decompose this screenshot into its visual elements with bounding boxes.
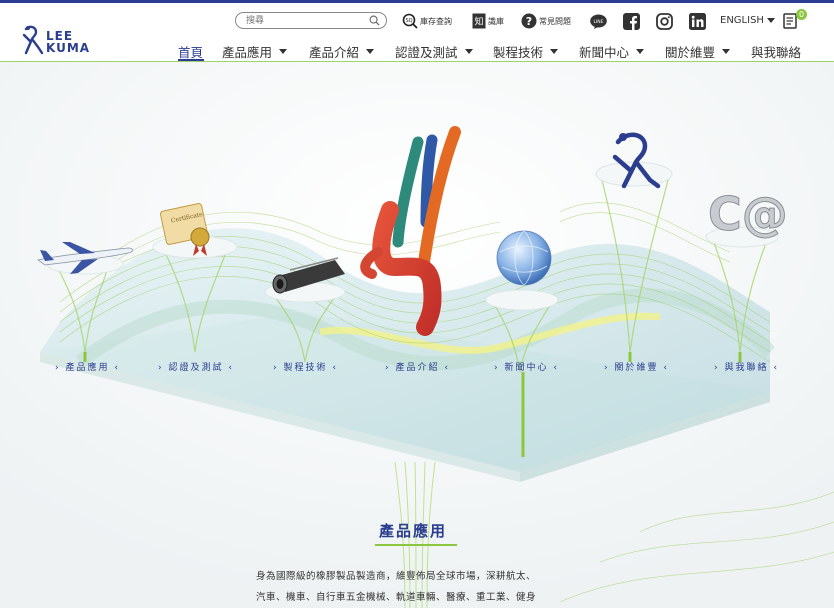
nav-item-label: 認證及測試 [395,44,458,60]
stock-query-link[interactable]: SQ 庫存查詢 [402,12,452,30]
svg-text:知: 知 [474,16,483,28]
question-icon: ? [521,13,537,29]
hero-link-process[interactable]: › 製程技術 ‹ [273,360,338,373]
nav-item-contact[interactable]: 與我聯絡 [751,43,802,60]
nav-item-news[interactable]: 新聞中心 [579,43,645,60]
globe-icon[interactable] [496,230,552,286]
section-title: 產品應用 [379,522,448,540]
chevron-down-icon [722,48,731,54]
chevron-down-icon [550,48,559,54]
nav-item-process[interactable]: 製程技術 [493,43,559,60]
search-box[interactable] [235,12,387,29]
nav-item-applications[interactable]: 產品應用 [222,43,288,60]
chevron-down-icon [464,48,473,54]
section-title-underline [375,544,457,546]
bear-logo-icon [22,25,44,55]
search-icon[interactable] [369,15,380,26]
logo[interactable]: LEE KUMA [20,25,92,59]
faq-label: 常見問題 [539,16,571,26]
email-contact-icon[interactable]: C@ [708,187,789,242]
search-input[interactable] [246,14,356,27]
nav-item-label: 與我聯絡 [751,44,802,60]
nav-item-label: 首頁 [178,44,204,60]
instagram-link[interactable] [656,12,673,30]
site-header: LEE KUMA SQ 庫存查詢 知 識庫 ? 常見問題 [0,3,834,62]
knowledge-label: 識庫 [488,16,504,26]
nav-active-indicator [178,59,204,61]
inquiry-count-badge: 0 [796,9,807,20]
nav-item-label: 製程技術 [493,44,544,60]
inquiry-cart-link[interactable]: 0 [783,9,807,29]
nav-item-products[interactable]: 產品介紹 [309,43,375,60]
chevron-down-icon [366,48,375,54]
paragraph-line: 汽車、機車、自行車五金機械、軌道車輛、醫療、重工業、健身 [256,592,537,603]
hero-link-applications[interactable]: › 產品應用 ‹ [55,360,120,373]
line-chat-icon: LINE [590,14,607,29]
chevron-down-icon [636,48,645,54]
svg-text:LINE: LINE [593,19,603,25]
instagram-icon [656,12,673,30]
paragraph-line: 身為國際級的橡膠製品製造商，維豐佈局全球市場，深耕航太、 [256,571,537,582]
hero-link-certification[interactable]: › 認證及測試 ‹ [158,360,234,373]
svg-text:C@: C@ [708,187,788,241]
facebook-link[interactable] [623,12,640,30]
nav-item-label: 關於維豐 [665,44,716,60]
hero-link-contact[interactable]: › 與我聯絡 ‹ [714,360,779,373]
stock-search-icon: SQ [402,13,418,29]
language-label: ENGLISH [720,15,764,26]
hero-link-news[interactable]: › 新聞中心 ‹ [494,360,559,373]
facebook-icon [623,12,640,30]
chevron-down-icon [766,18,775,23]
section-paragraph: 身為國際級的橡膠製品製造商，維豐佈局全球市場，深耕航太、 汽車、機車、自行車五金… [256,566,586,608]
hero-link-about[interactable]: › 關於維豐 ‹ [604,360,669,373]
nav-item-home[interactable]: 首頁 [178,43,204,60]
knowledge-link[interactable]: 知 識庫 [472,12,504,30]
nav-item-label: 新聞中心 [579,44,630,60]
linkedin-icon [689,12,706,30]
svg-text:?: ? [526,15,532,28]
linkedin-link[interactable] [689,12,706,30]
svg-text:SQ: SQ [405,18,412,24]
language-selector[interactable]: ENGLISH [720,15,775,26]
faq-link[interactable]: ? 常見問題 [521,12,571,30]
logo-text-kuma: KUMA [46,41,91,55]
stock-query-label: 庫存查詢 [420,16,452,26]
hero-link-products[interactable]: › 產品介紹 ‹ [385,360,450,373]
knowledge-book-icon: 知 [472,13,486,29]
nav-item-label: 產品應用 [222,44,273,60]
nav-item-certification[interactable]: 認證及測試 [395,43,473,60]
line-link[interactable]: LINE [590,12,607,30]
nav-item-about[interactable]: 關於維豐 [665,43,731,60]
chevron-down-icon [279,48,288,54]
nav-item-label: 產品介紹 [309,44,360,60]
